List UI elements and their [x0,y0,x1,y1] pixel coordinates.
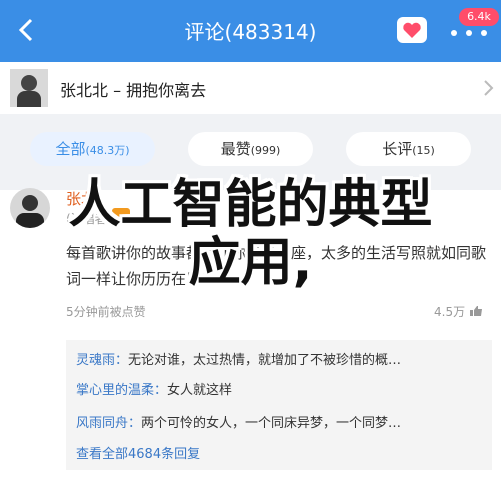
view-all-replies-link[interactable]: 查看全部4684条回复 [76,443,200,462]
tab-all-label: 全部 [55,140,86,158]
top-bar: 评论(483314) 6.4k [0,0,501,62]
tab-top[interactable]: 最赞(999) [188,132,313,166]
tab-top-count: (999) [250,144,281,157]
overlay-line-1: 人工智能的典型 [68,175,433,235]
tab-long-count: (15) [412,144,435,157]
replies-box: 灵魂雨：无论对谁，太过热情，就增加了不被珍惜的概… 掌心里的温柔：女人就这样 风… [66,340,492,470]
song-title: 张北北 – 拥抱你离去 [60,81,207,100]
like-count-value: 4.5万 [434,305,466,319]
reply-item[interactable]: 掌心里的温柔：女人就这样 [76,379,232,398]
reply-author: 灵魂雨： [76,353,129,368]
song-cover [10,69,48,107]
notification-badge: 6.4k [459,8,499,26]
tab-long[interactable]: 长评(15) [346,132,471,166]
heart-icon[interactable] [397,17,427,43]
tab-top-label: 最赞 [220,140,251,158]
tab-all-count: (48.3万) [85,144,130,157]
reply-author: 风雨同舟： [76,416,142,431]
reply-text: 两个可怜的女人，一个同床异梦，一个同梦… [141,416,402,431]
song-row[interactable]: 张北北 – 拥抱你离去 [0,62,501,115]
reply-item[interactable]: 灵魂雨：无论对谁，太过热情，就增加了不被珍惜的概… [76,349,401,368]
reply-text: 女人就这样 [167,383,233,398]
thumb-up-icon [469,306,482,316]
like-count[interactable]: 4.5万 [434,303,483,320]
overlay-line-2: 应用, [188,233,313,293]
tab-long-label: 长评 [382,140,413,158]
comment-meta: 5分钟前被点赞 [66,305,146,319]
reply-author: 掌心里的温柔： [76,383,168,398]
more-options-icon[interactable] [446,28,492,38]
reply-item[interactable]: 风雨同舟：两个可怜的女人，一个同床异梦，一个同梦… [76,412,401,431]
chevron-right-icon [484,80,494,96]
reply-text: 无论对谁，太过热情，就增加了不被珍惜的概… [128,353,402,368]
tab-all[interactable]: 全部(48.3万) [30,132,155,166]
overlay-caption: 人工智能的典型 应用, [0,176,501,292]
